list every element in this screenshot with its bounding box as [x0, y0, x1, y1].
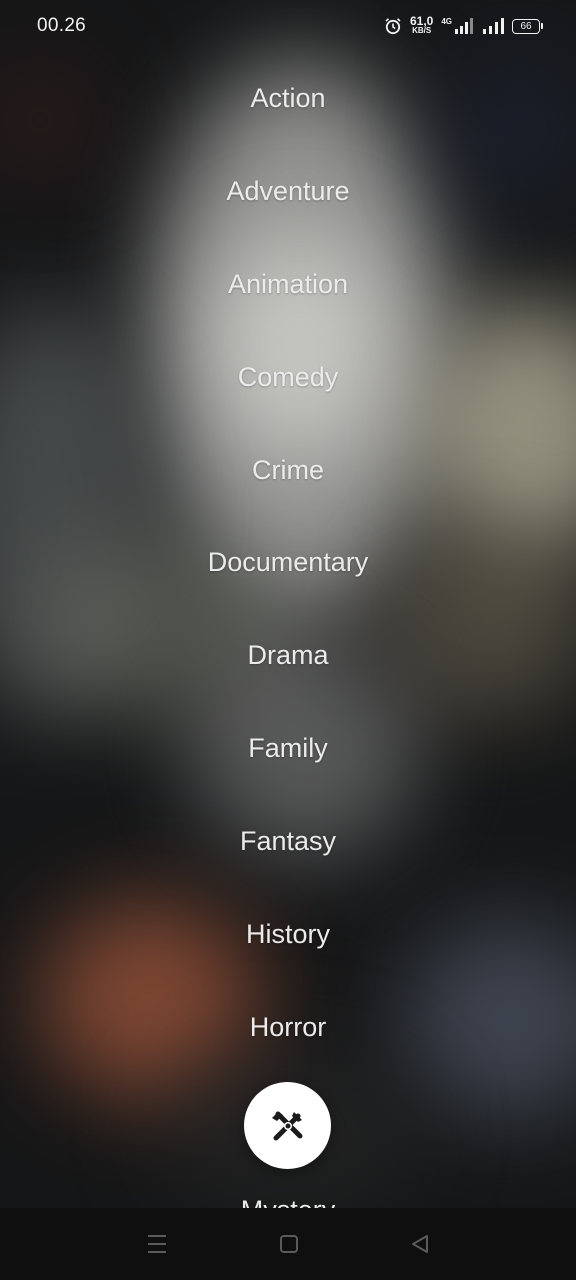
network-speed-unit: KB/S [412, 26, 432, 35]
battery-level: 66 [520, 20, 532, 32]
genre-item-family[interactable]: Family [0, 732, 576, 764]
genre-item-action[interactable]: Action [0, 82, 576, 114]
genre-item-history[interactable]: History [0, 918, 576, 950]
signal-icon-sim1 [455, 18, 473, 34]
status-icons: 61,0 KB/S 4G 66 [384, 14, 543, 35]
system-navigation-bar [0, 1208, 576, 1280]
genre-item-horror[interactable]: Horror [0, 1011, 576, 1043]
genre-item-animation[interactable]: Animation [0, 268, 576, 300]
network-type: 4G [441, 16, 452, 26]
signal-icon-sim2 [483, 18, 504, 34]
network-speed-value: 61,0 [409, 14, 434, 28]
alarm-icon [385, 18, 401, 35]
home-square-icon[interactable] [278, 1233, 300, 1255]
menu-icon[interactable] [145, 1233, 169, 1255]
close-filter-button[interactable] [244, 1082, 331, 1169]
status-time: 00.26 [37, 15, 87, 36]
back-triangle-icon[interactable] [409, 1233, 431, 1255]
genre-item-crime[interactable]: Crime [0, 454, 576, 486]
genre-item-adventure[interactable]: Adventure [0, 175, 576, 207]
genre-item-drama[interactable]: Drama [0, 639, 576, 671]
battery-icon: 66 [512, 18, 543, 34]
genre-item-comedy[interactable]: Comedy [0, 361, 576, 393]
genre-item-documentary[interactable]: Documentary [0, 546, 576, 578]
network-speed: 61,0 KB/S [409, 14, 434, 35]
genre-item-mystery[interactable]: Mystery [0, 1194, 576, 1208]
genre-list[interactable]: Action Adventure Animation Comedy Crime … [0, 52, 576, 1208]
status-bar: 00.26 61,0 KB/S 4G 66 [0, 0, 576, 52]
crossed-tools-icon [271, 1111, 302, 1140]
genre-item-fantasy[interactable]: Fantasy [0, 825, 576, 857]
